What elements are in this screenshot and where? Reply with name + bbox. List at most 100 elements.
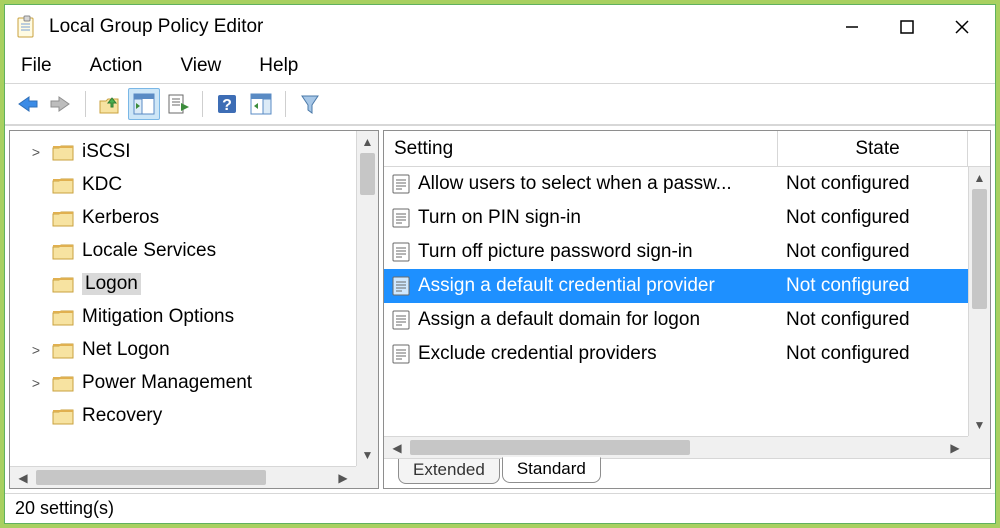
tree-item[interactable]: Locale Services [10, 234, 378, 267]
setting-name: Turn off picture password sign-in [418, 241, 693, 263]
scroll-thumb[interactable] [972, 189, 987, 309]
folder-icon [52, 341, 74, 359]
tree-item-label: Recovery [82, 405, 162, 427]
tree-item[interactable]: Recovery [10, 399, 378, 432]
list-vscrollbar[interactable]: ▲ ▼ [968, 167, 990, 436]
folder-icon [52, 374, 74, 392]
list-row[interactable]: Assign a default domain for logon Not con… [384, 303, 990, 337]
export-list-button[interactable] [162, 88, 194, 120]
tree-item-label: KDC [82, 174, 122, 196]
scroll-thumb[interactable] [36, 470, 266, 485]
list-hscrollbar[interactable]: ◀ ▶ [384, 436, 968, 458]
policy-setting-icon [390, 309, 412, 331]
setting-state: Not configured [778, 173, 990, 195]
tree-item[interactable]: > iSCSI [10, 135, 378, 168]
column-header-setting[interactable]: Setting [384, 131, 778, 166]
folder-icon [52, 242, 74, 260]
menu-action[interactable]: Action [86, 53, 147, 79]
setting-state: Not configured [778, 207, 990, 229]
view-tabs: Extended Standard [384, 458, 990, 488]
tree-item-label: iSCSI [82, 141, 131, 163]
menu-bar: File Action View Help [5, 49, 995, 83]
tree-hscrollbar[interactable]: ◀ ▶ [10, 466, 356, 488]
setting-name: Exclude credential providers [418, 343, 657, 365]
settings-list[interactable]: Allow users to select when a passw... Not… [384, 167, 990, 371]
show-hide-action-button[interactable] [245, 88, 277, 120]
list-row[interactable]: Turn on PIN sign-in Not configured [384, 201, 990, 235]
menu-file[interactable]: File [17, 53, 56, 79]
filter-button[interactable] [294, 88, 326, 120]
window-title: Local Group Policy Editor [49, 16, 263, 38]
app-icon [15, 15, 39, 39]
help-button[interactable]: ? [211, 88, 243, 120]
tree-item-label: Net Logon [82, 339, 170, 361]
list-row[interactable]: Assign a default credential provider Not … [384, 269, 990, 303]
body-split: > iSCSI KDC Kerberos Locale Services Logon Mit… [5, 125, 995, 493]
menu-help[interactable]: Help [255, 53, 302, 79]
tree-vscrollbar[interactable]: ▲ ▼ [356, 131, 378, 466]
expand-icon[interactable]: > [26, 144, 46, 160]
tree-item[interactable]: Kerberos [10, 201, 378, 234]
policy-setting-icon [390, 241, 412, 263]
folder-icon [52, 209, 74, 227]
list-row[interactable]: Allow users to select when a passw... Not… [384, 167, 990, 201]
tree-item-label: Mitigation Options [82, 306, 234, 328]
minimize-button[interactable] [824, 9, 879, 45]
column-header-state[interactable]: State [778, 131, 968, 166]
setting-state: Not configured [778, 309, 990, 331]
policy-setting-icon [390, 275, 412, 297]
toolbar-separator [285, 91, 286, 117]
tree-item[interactable]: > Net Logon [10, 333, 378, 366]
tree-item[interactable]: > Power Management [10, 366, 378, 399]
policy-setting-icon [390, 343, 412, 365]
setting-name: Assign a default credential provider [418, 275, 715, 297]
list-row[interactable]: Exclude credential providers Not configur… [384, 337, 990, 371]
tree-item-label: Logon [82, 273, 141, 295]
toolbar: ? [5, 83, 995, 125]
tab-standard[interactable]: Standard [502, 457, 601, 483]
back-button[interactable] [11, 88, 43, 120]
list-row[interactable]: Turn off picture password sign-in Not con… [384, 235, 990, 269]
policy-setting-icon [390, 207, 412, 229]
app-window: Local Group Policy Editor File Action Vi… [4, 4, 996, 524]
tab-extended[interactable]: Extended [398, 459, 500, 484]
expand-icon[interactable]: > [26, 375, 46, 391]
show-hide-tree-button[interactable] [128, 88, 160, 120]
up-one-level-button[interactable] [94, 88, 126, 120]
toolbar-separator [202, 91, 203, 117]
setting-state: Not configured [778, 343, 990, 365]
setting-name: Assign a default domain for logon [418, 309, 700, 331]
folder-icon [52, 176, 74, 194]
nav-tree[interactable]: > iSCSI KDC Kerberos Locale Services Logon Mit… [10, 131, 378, 432]
status-bar: 20 setting(s) [5, 493, 995, 523]
list-header: Setting State [384, 131, 990, 167]
folder-icon [52, 143, 74, 161]
scroll-thumb[interactable] [410, 440, 690, 455]
policy-setting-icon [390, 173, 412, 195]
tree-pane: > iSCSI KDC Kerberos Locale Services Logon Mit… [9, 130, 379, 489]
tree-item[interactable]: KDC [10, 168, 378, 201]
tree-item[interactable]: Mitigation Options [10, 300, 378, 333]
scroll-thumb[interactable] [360, 153, 375, 195]
list-pane: Setting State Allow users to select when… [383, 130, 991, 489]
svg-text:?: ? [222, 97, 232, 114]
title-bar: Local Group Policy Editor [5, 5, 995, 49]
toolbar-separator [85, 91, 86, 117]
tree-item-label: Power Management [82, 372, 252, 394]
setting-state: Not configured [778, 241, 990, 263]
close-button[interactable] [934, 9, 989, 45]
forward-button[interactable] [45, 88, 77, 120]
folder-icon [52, 275, 74, 293]
tree-item-label: Locale Services [82, 240, 216, 262]
folder-icon [52, 308, 74, 326]
tree-item-label: Kerberos [82, 207, 159, 229]
folder-icon [52, 407, 74, 425]
setting-state: Not configured [778, 275, 990, 297]
status-text: 20 setting(s) [15, 498, 114, 519]
menu-view[interactable]: View [176, 53, 225, 79]
setting-name: Allow users to select when a passw... [418, 173, 732, 195]
expand-icon[interactable]: > [26, 342, 46, 358]
maximize-button[interactable] [879, 9, 934, 45]
tree-item[interactable]: Logon [10, 267, 378, 300]
setting-name: Turn on PIN sign-in [418, 207, 581, 229]
